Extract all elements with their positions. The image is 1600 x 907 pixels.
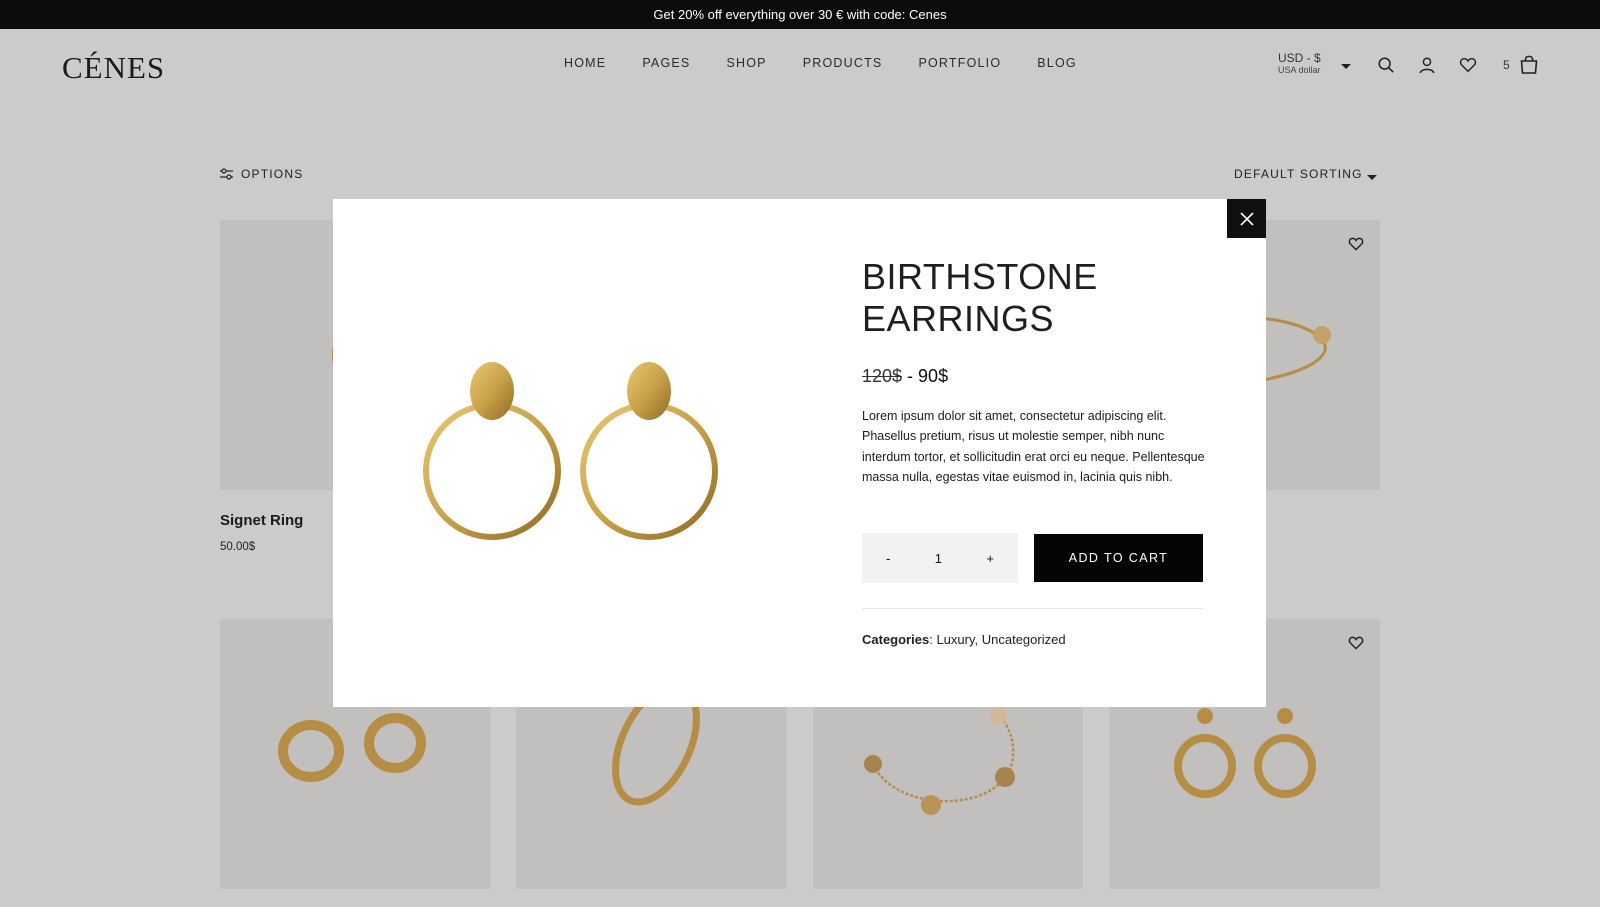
- main-nav: HOME PAGES SHOP PRODUCTS PORTFOLIO BLOG: [564, 56, 1113, 70]
- currency-name: USA dollar: [1278, 65, 1321, 76]
- drop-earrings-image: [1174, 708, 1316, 798]
- quantity-stepper: - 1 +: [862, 533, 1018, 583]
- hoop-earrings-image: [278, 713, 426, 782]
- category-link-luxury[interactable]: Luxury: [936, 632, 974, 647]
- bag-icon[interactable]: [1519, 54, 1539, 74]
- nav-pages[interactable]: PAGES: [642, 56, 690, 70]
- price-separator: -: [902, 366, 919, 386]
- nav-shop[interactable]: SHOP: [726, 56, 766, 70]
- product-categories: Categories: Luxury, Uncategorized: [862, 632, 1066, 647]
- options-label: OPTIONS: [241, 167, 304, 181]
- add-to-cart-button[interactable]: ADD TO CART: [1034, 534, 1203, 582]
- nav-blog[interactable]: BLOG: [1037, 56, 1077, 70]
- site-logo[interactable]: CÉNES: [62, 50, 165, 86]
- categories-label: Categories: [862, 632, 930, 647]
- product-price: 50.00$: [220, 541, 256, 553]
- product-name[interactable]: Signet Ring: [220, 512, 303, 529]
- currency-code: USD - $: [1278, 51, 1321, 65]
- cart-count: 5: [1503, 58, 1510, 72]
- options-filter[interactable]: OPTIONS: [220, 167, 303, 181]
- product-title: BIRTHSTONE EARRINGS: [862, 256, 1098, 339]
- qty-value[interactable]: 1: [935, 551, 942, 566]
- old-price: 120$: [862, 366, 903, 386]
- category-link-uncategorized[interactable]: Uncategorized: [982, 632, 1066, 647]
- promo-bar: Get 20% off everything over 30 € with co…: [0, 0, 1600, 29]
- nav-products[interactable]: PRODUCTS: [803, 56, 883, 70]
- promo-text: Get 20% off everything over 30 € with co…: [653, 7, 947, 22]
- close-icon: [1239, 211, 1254, 226]
- chevron-down-icon[interactable]: [1341, 64, 1351, 69]
- divider: [862, 608, 1203, 609]
- sorting-select[interactable]: DEFAULT SORTING: [1234, 167, 1363, 181]
- heart-icon[interactable]: [1459, 56, 1477, 74]
- qty-decrease-button[interactable]: -: [886, 551, 890, 566]
- chain-bracelet-image: [864, 707, 1015, 815]
- nav-portfolio[interactable]: PORTFOLIO: [918, 56, 1001, 70]
- chevron-down-icon[interactable]: [1367, 175, 1377, 180]
- product-image: [408, 355, 728, 555]
- product-price: 120$ - 90$: [862, 366, 948, 387]
- sale-price: 90$: [918, 366, 949, 386]
- sliders-icon: [220, 168, 233, 180]
- user-icon[interactable]: [1418, 56, 1436, 74]
- close-button[interactable]: [1227, 199, 1266, 238]
- heart-icon[interactable]: [1348, 635, 1364, 651]
- nav-home[interactable]: HOME: [564, 56, 606, 70]
- currency-selector[interactable]: USD - $ USA dollar: [1278, 51, 1321, 76]
- qty-increase-button[interactable]: +: [986, 551, 994, 566]
- search-icon[interactable]: [1377, 56, 1395, 74]
- heart-icon[interactable]: [1348, 236, 1364, 252]
- product-description: Lorem ipsum dolor sit amet, consectetur …: [862, 409, 1205, 485]
